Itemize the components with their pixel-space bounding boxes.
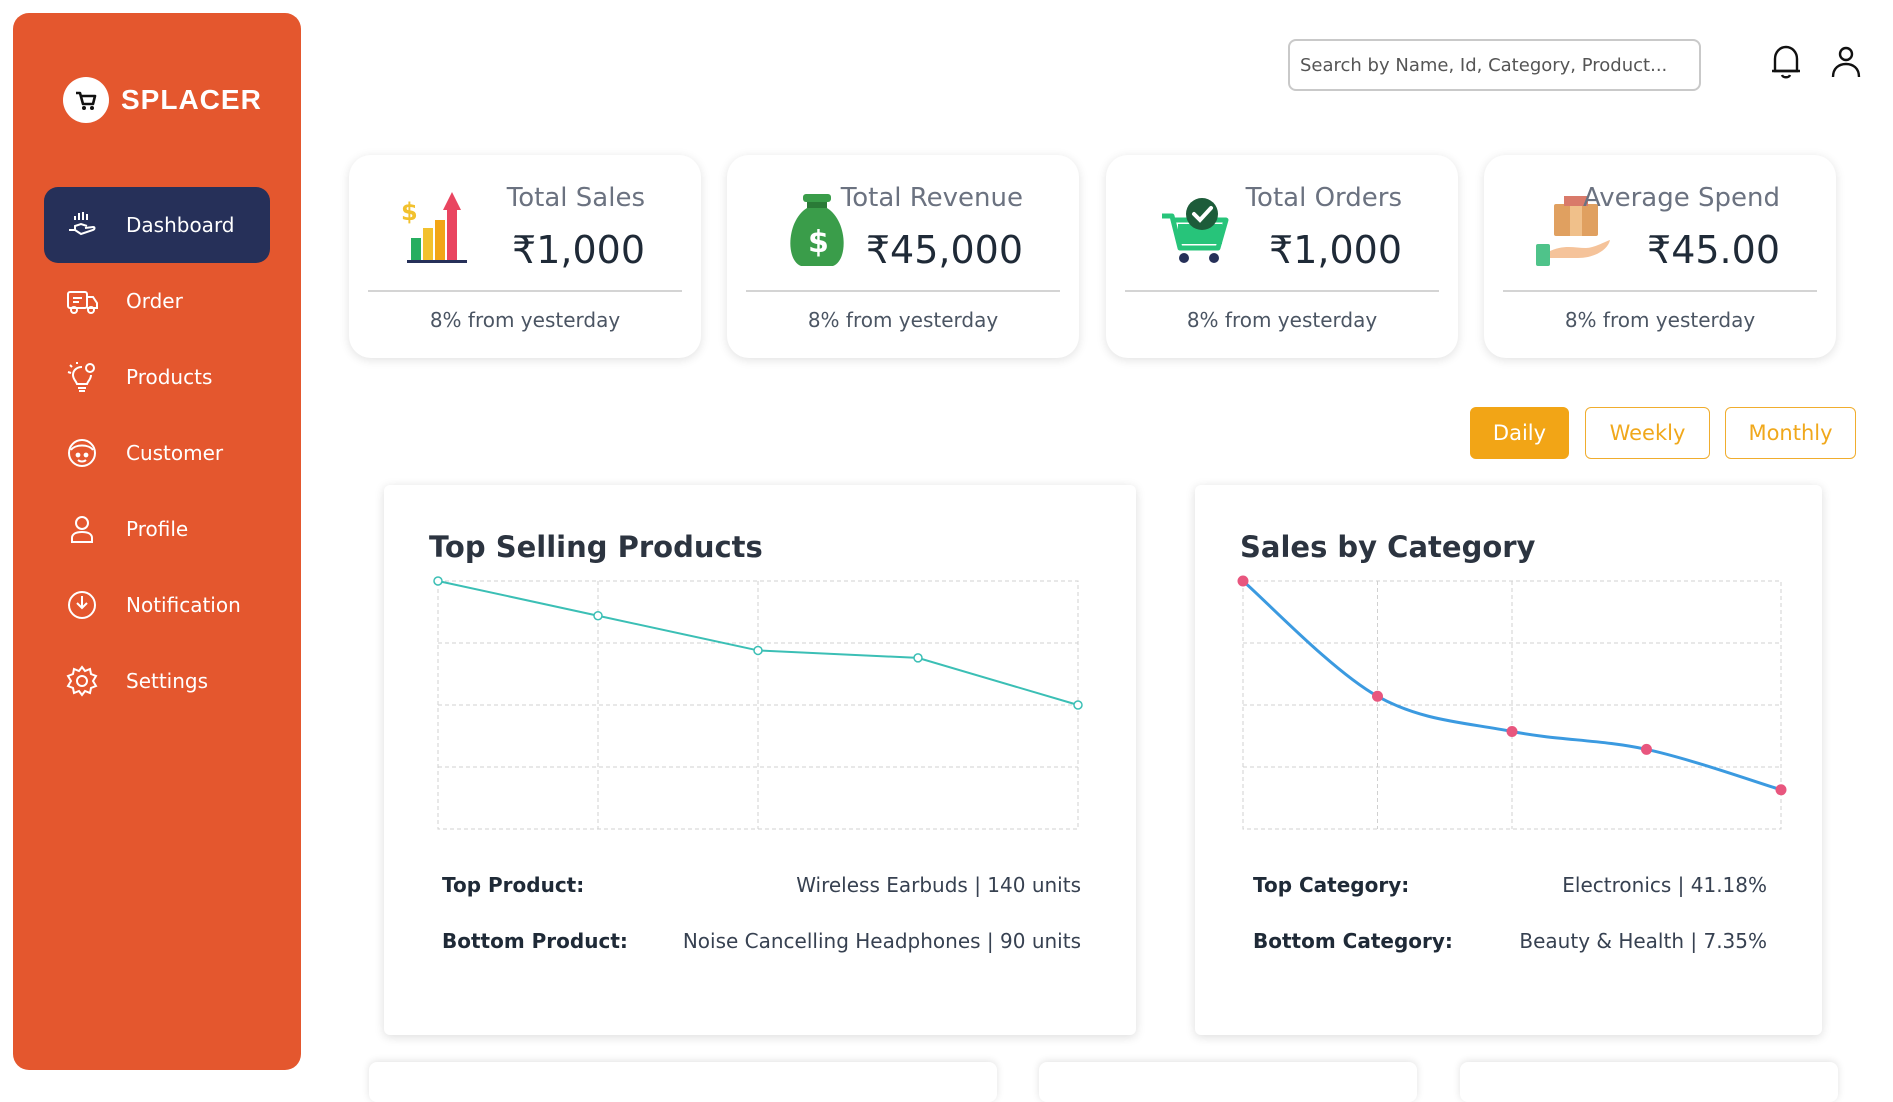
stat-card-total-revenue: $ Total Revenue ₹45,000 8% from yesterda… [727, 155, 1079, 358]
sales-chart-icon: $ [399, 190, 479, 270]
delivery-truck-icon [64, 283, 100, 319]
panel-title: Top Selling Products [429, 530, 763, 564]
chart-point [913, 653, 923, 663]
stat-change: 8% from yesterday [1564, 308, 1756, 332]
sidebar-item-label: Order [126, 289, 183, 313]
chart-point [753, 645, 763, 656]
stat-card-total-orders: Total Orders ₹1,000 8% from yesterday [1106, 155, 1458, 358]
search-input[interactable] [1288, 39, 1701, 91]
app-logo[interactable]: SPLACER [63, 77, 262, 123]
hand-heart-icon [64, 207, 100, 243]
bottom-card [1039, 1062, 1417, 1102]
top-category-value: Electronics | 41.18% [1562, 873, 1767, 897]
divider [368, 290, 682, 292]
range-daily-button[interactable]: Daily [1470, 407, 1569, 459]
divider [1125, 290, 1439, 292]
bell-icon[interactable] [1766, 42, 1806, 82]
sidebar-item-settings[interactable]: Settings [44, 643, 270, 719]
power-icon [64, 587, 100, 623]
bottom-product-value: Noise Cancelling Headphones | 90 units [682, 929, 1081, 953]
sidebar-item-dashboard[interactable]: Dashboard [44, 187, 270, 263]
bottom-card [1460, 1062, 1838, 1102]
range-monthly-button[interactable]: Monthly [1725, 407, 1856, 459]
top-category-label: Top Category: [1253, 873, 1410, 897]
chart-point [1506, 725, 1518, 737]
sidebar-item-profile[interactable]: Profile [44, 491, 270, 567]
chart-point [1372, 690, 1383, 702]
stat-card-average-spend: Average Spend ₹45.00 8% from yesterday [1484, 155, 1836, 358]
cart-logo-icon [63, 77, 109, 123]
range-weekly-button[interactable]: Weekly [1585, 407, 1710, 459]
sidebar-item-label: Notification [126, 593, 241, 617]
stat-value: ₹1,000 [1269, 228, 1402, 272]
bottom-category-value: Beauty & Health | 7.35% [1519, 929, 1767, 953]
top-product-label: Top Product: [442, 873, 585, 897]
top-selling-line-chart [433, 576, 1083, 830]
divider [746, 290, 1060, 292]
sales-by-category-panel: Sales by Category Top Category: Electron… [1195, 485, 1822, 1035]
top-product-value: Wireless Earbuds | 140 units [796, 873, 1081, 897]
chart-point [593, 610, 603, 621]
sidebar-item-label: Profile [126, 517, 189, 541]
svg-text:$: $ [808, 225, 829, 260]
stat-value: ₹45,000 [865, 228, 1023, 272]
lightbulb-gear-icon [64, 359, 100, 395]
top-product-row: Top Product: Wireless Earbuds | 140 unit… [442, 873, 1081, 897]
chart-point [1641, 743, 1652, 755]
bottom-card [369, 1062, 997, 1102]
sidebar: SPLACER Dashboard Order Products Custome… [13, 13, 301, 1070]
bottom-category-row: Bottom Category: Beauty & Health | 7.35% [1253, 929, 1767, 953]
sidebar-item-order[interactable]: Order [44, 263, 270, 339]
bottom-category-label: Bottom Category: [1253, 929, 1453, 953]
sales-by-category-line-chart [1237, 575, 1787, 830]
cart-check-icon [1156, 190, 1236, 270]
divider [1503, 290, 1817, 292]
gear-icon [64, 663, 100, 699]
sidebar-item-notification[interactable]: Notification [44, 567, 270, 643]
stat-title: Total Sales [506, 183, 645, 213]
stat-card-total-sales: $ Total Sales ₹1,000 8% from yesterday [349, 155, 701, 358]
sidebar-item-label: Settings [126, 669, 209, 693]
stat-change: 8% from yesterday [1186, 308, 1378, 332]
stat-change: 8% from yesterday [429, 308, 621, 332]
chart-point [433, 576, 443, 586]
stat-change: 8% from yesterday [807, 308, 999, 332]
panel-title: Sales by Category [1240, 530, 1536, 564]
stat-value: ₹45.00 [1647, 228, 1780, 272]
chart-point [1237, 575, 1249, 587]
svg-text:$: $ [401, 198, 418, 226]
stat-title: Average Spend [1582, 183, 1780, 213]
sidebar-item-label: Products [126, 365, 213, 389]
chart-point [1775, 784, 1787, 796]
bottom-product-label: Bottom Product: [442, 929, 628, 953]
user-icon [64, 511, 100, 547]
sidebar-nav: Dashboard Order Products Customer Profil… [44, 187, 270, 719]
sidebar-item-products[interactable]: Products [44, 339, 270, 415]
top-category-row: Top Category: Electronics | 41.18% [1253, 873, 1767, 897]
sidebar-item-customer[interactable]: Customer [44, 415, 270, 491]
stat-title: Total Orders [1245, 183, 1402, 213]
sidebar-item-label: Customer [126, 441, 224, 465]
bottom-product-row: Bottom Product: Noise Cancelling Headpho… [442, 929, 1081, 953]
chart-point [1073, 700, 1083, 710]
stat-title: Total Revenue [840, 183, 1023, 213]
customer-face-icon [64, 435, 100, 471]
sidebar-item-label: Dashboard [126, 213, 235, 237]
stat-value: ₹1,000 [512, 228, 645, 272]
top-selling-products-panel: Top Selling Products Top Product: Wirele… [384, 485, 1136, 1035]
app-name: SPLACER [121, 84, 262, 115]
user-icon[interactable] [1826, 42, 1866, 82]
